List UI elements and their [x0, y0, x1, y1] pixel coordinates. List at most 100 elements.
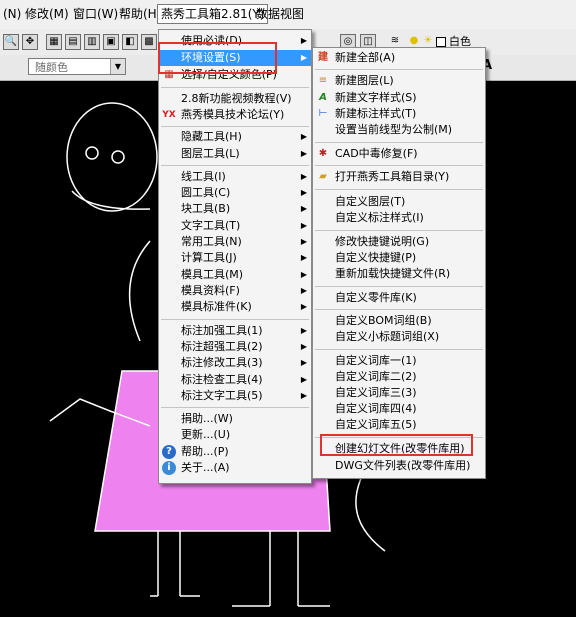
submenu-item-new-all[interactable]: 建新建全部(A)	[313, 50, 485, 66]
submenu-arrow-icon: ▶	[300, 326, 307, 335]
menu-item-mold-tools[interactable]: 模具工具(M) ▶	[159, 267, 311, 283]
menu-item-dim-text[interactable]: 标注文字工具(5) ▶	[159, 388, 311, 404]
submenu-item-label: 新建图层(L)	[335, 74, 394, 87]
menu-item-mold-standard-parts[interactable]: 模具标准件(K) ▶	[159, 299, 311, 315]
menu-item-n[interactable]: (N)	[0, 6, 24, 23]
menu-item-label: 帮助...(P)	[181, 445, 229, 458]
design-center-icon[interactable]: ▥	[84, 34, 100, 50]
submenu-item-custom-parts-lib[interactable]: 自定义零件库(K)	[313, 290, 485, 306]
submenu-item-new-layer[interactable]: ≡ 新建图层(L)	[313, 73, 485, 89]
submenu-item-shortcut-help[interactable]: 修改快捷键说明(G)	[313, 234, 485, 250]
submenu-item-custom-dict-1[interactable]: 自定义词库一(1)	[313, 353, 485, 369]
menu-item-yanxiu-toolbox[interactable]: 燕秀工具箱2.81(Y)	[157, 4, 269, 24]
submenu-item-label: 自定义词库三(3)	[335, 386, 417, 399]
menu-item-label: 标注修改工具(3)	[181, 356, 263, 369]
sheet-set-icon[interactable]: ◧	[122, 34, 138, 50]
menu-item-label: 2.8新功能视频教程(V)	[181, 92, 292, 105]
submenu-arrow-icon: ▶	[300, 237, 307, 246]
submenu-item-label: 自定义零件库(K)	[335, 291, 417, 304]
submenu-item-label: 新建文字样式(S)	[335, 91, 417, 104]
menu-item-line-tools[interactable]: 线工具(I) ▶	[159, 169, 311, 185]
submenu-item-label: 修改快捷键说明(G)	[335, 235, 430, 248]
pan-icon[interactable]: ✥	[22, 34, 38, 50]
submenu-arrow-icon: ▶	[300, 375, 307, 384]
menu-item-dim-check[interactable]: 标注检查工具(4) ▶	[159, 372, 311, 388]
menu-item-update[interactable]: 更新...(U)	[159, 427, 311, 443]
menu-item-dim-enhanced[interactable]: 标注加强工具(1) ▶	[159, 323, 311, 339]
menu-item-about[interactable]: i 关于...(A)	[159, 460, 311, 476]
menu-item-environment-settings[interactable]: 环境设置(S) ▶	[159, 50, 311, 66]
submenu-arrow-icon: ▶	[300, 53, 307, 62]
submenu-item-custom-dim-style[interactable]: 自定义标注样式(I)	[313, 210, 485, 226]
tool-palette-icon[interactable]: ▣	[103, 34, 119, 50]
submenu-arrow-icon: ▶	[300, 270, 307, 279]
menu-item-label: 隐藏工具(H)	[181, 130, 242, 143]
submenu-item-open-toolbox-folder[interactable]: ▰ 打开燕秀工具箱目录(Y)	[313, 169, 485, 185]
submenu-item-custom-shortcut[interactable]: 自定义快捷键(P)	[313, 250, 485, 266]
menu-item-block-tools[interactable]: 块工具(B) ▶	[159, 201, 311, 217]
menu-item-label: 标注超强工具(2)	[181, 340, 263, 353]
menu-item-label: 标注检查工具(4)	[181, 373, 263, 386]
submenu-item-label: 自定义标注样式(I)	[335, 211, 424, 224]
menu-item-label: 燕秀模具技术论坛(Y)	[181, 108, 285, 121]
menu-item-circle-tools[interactable]: 圆工具(C) ▶	[159, 185, 311, 201]
submenu-item-custom-layer[interactable]: 自定义图层(T)	[313, 194, 485, 210]
menu-bar: (N) 修改(M) 窗口(W) 帮助(H) 燕秀工具箱2.81(Y) 数据视图	[0, 0, 576, 30]
menu-separator	[315, 309, 483, 310]
menu-item-dim-modify[interactable]: 标注修改工具(3) ▶	[159, 355, 311, 371]
submenu-item-label: 自定义图层(T)	[335, 195, 406, 208]
menu-item-video-tutorial[interactable]: 2.8新功能视频教程(V)	[159, 91, 311, 107]
menu-item-label: 线工具(I)	[181, 170, 226, 183]
submenu-item-label: CAD中毒修复(F)	[335, 147, 418, 160]
submenu-item-reload-shortcut[interactable]: 重新加载快捷键文件(R)	[313, 266, 485, 282]
menu-item-label: 块工具(B)	[181, 202, 231, 215]
menu-item-window[interactable]: 窗口(W)	[70, 6, 121, 23]
menu-item-donate[interactable]: 捐助...(W)	[159, 411, 311, 427]
submenu-arrow-icon: ▶	[300, 172, 307, 181]
submenu-item-custom-dict-3[interactable]: 自定义词库三(3)	[313, 385, 485, 401]
grid-icon[interactable]: ▤	[65, 34, 81, 50]
submenu-item-custom-dict-2[interactable]: 自定义词库二(2)	[313, 369, 485, 385]
menu-item-must-read[interactable]: 使用必读(D) ▶	[159, 33, 311, 49]
color-combo-value: 随颜色	[35, 61, 68, 74]
menu-item-select-custom-color[interactable]: ▦ 选择/自定义颜色(P)	[159, 67, 311, 83]
menu-item-hide-tools[interactable]: 隐藏工具(H) ▶	[159, 129, 311, 145]
layers-icon[interactable]: ≋	[388, 34, 402, 48]
submenu-item-custom-subtitle[interactable]: 自定义小标题词组(X)	[313, 329, 485, 345]
submenu-item-metric-linetype[interactable]: 设置当前线型为公制(M)	[313, 122, 485, 138]
sun-icon: ☀	[423, 35, 433, 46]
menu-separator	[315, 437, 483, 438]
menu-item-text-tools[interactable]: 文字工具(T) ▶	[159, 218, 311, 234]
menu-item-help-doc[interactable]: ? 帮助...(P)	[159, 444, 311, 460]
submenu-item-new-text-style[interactable]: A 新建文字样式(S)	[313, 90, 485, 106]
submenu-arrow-icon: ▶	[300, 302, 307, 311]
submenu-arrow-icon: ▶	[300, 36, 307, 45]
menu-item-dim-super[interactable]: 标注超强工具(2) ▶	[159, 339, 311, 355]
menu-item-forum[interactable]: YX 燕秀模具技术论坛(Y)	[159, 107, 311, 123]
properties-icon[interactable]: ▦	[46, 34, 62, 50]
menu-item-label: 文字工具(T)	[181, 219, 241, 232]
submenu-item-virus-repair[interactable]: ✱ CAD中毒修复(F)	[313, 146, 485, 162]
menu-item-mold-data[interactable]: 模具资料(F) ▶	[159, 283, 311, 299]
calculator-icon[interactable]: ▩	[141, 34, 157, 50]
new-all-icon: 建	[318, 52, 328, 63]
submenu-item-custom-bom[interactable]: 自定义BOM词组(B)	[313, 313, 485, 329]
submenu-item-custom-dict-4[interactable]: 自定义词库四(4)	[313, 401, 485, 417]
color-combo[interactable]: 随颜色 ▼	[28, 58, 126, 75]
menu-item-common-tools[interactable]: 常用工具(N) ▶	[159, 234, 311, 250]
zoom-icon[interactable]: 🔍	[3, 34, 19, 50]
submenu-item-create-slide[interactable]: 创建幻灯文件(改零件库用)	[313, 441, 485, 457]
menu-item-layer-tools[interactable]: 图层工具(L) ▶	[159, 146, 311, 162]
submenu-item-dwg-list[interactable]: DWG文件列表(改零件库用)	[313, 458, 485, 474]
submenu-item-label: 自定义词库二(2)	[335, 370, 417, 383]
environment-settings-submenu: 建新建全部(A) ≡ 新建图层(L) A 新建文字样式(S) ⊢ 新建标注样式(T) …	[312, 47, 486, 479]
menu-item-calc-tools[interactable]: 计算工具(J) ▶	[159, 250, 311, 266]
submenu-item-custom-dict-5[interactable]: 自定义词库五(5)	[313, 417, 485, 433]
menu-item-modify[interactable]: 修改(M)	[22, 6, 72, 23]
submenu-item-new-dim-style[interactable]: ⊢ 新建标注样式(T)	[313, 106, 485, 122]
chevron-down-icon[interactable]: ▼	[110, 59, 125, 74]
submenu-item-label: 打开燕秀工具箱目录(Y)	[335, 170, 450, 183]
menu-separator	[315, 142, 483, 143]
menu-item-data-view[interactable]: 数据视图	[253, 6, 307, 23]
menu-item-label: 关于...(A)	[181, 461, 230, 474]
